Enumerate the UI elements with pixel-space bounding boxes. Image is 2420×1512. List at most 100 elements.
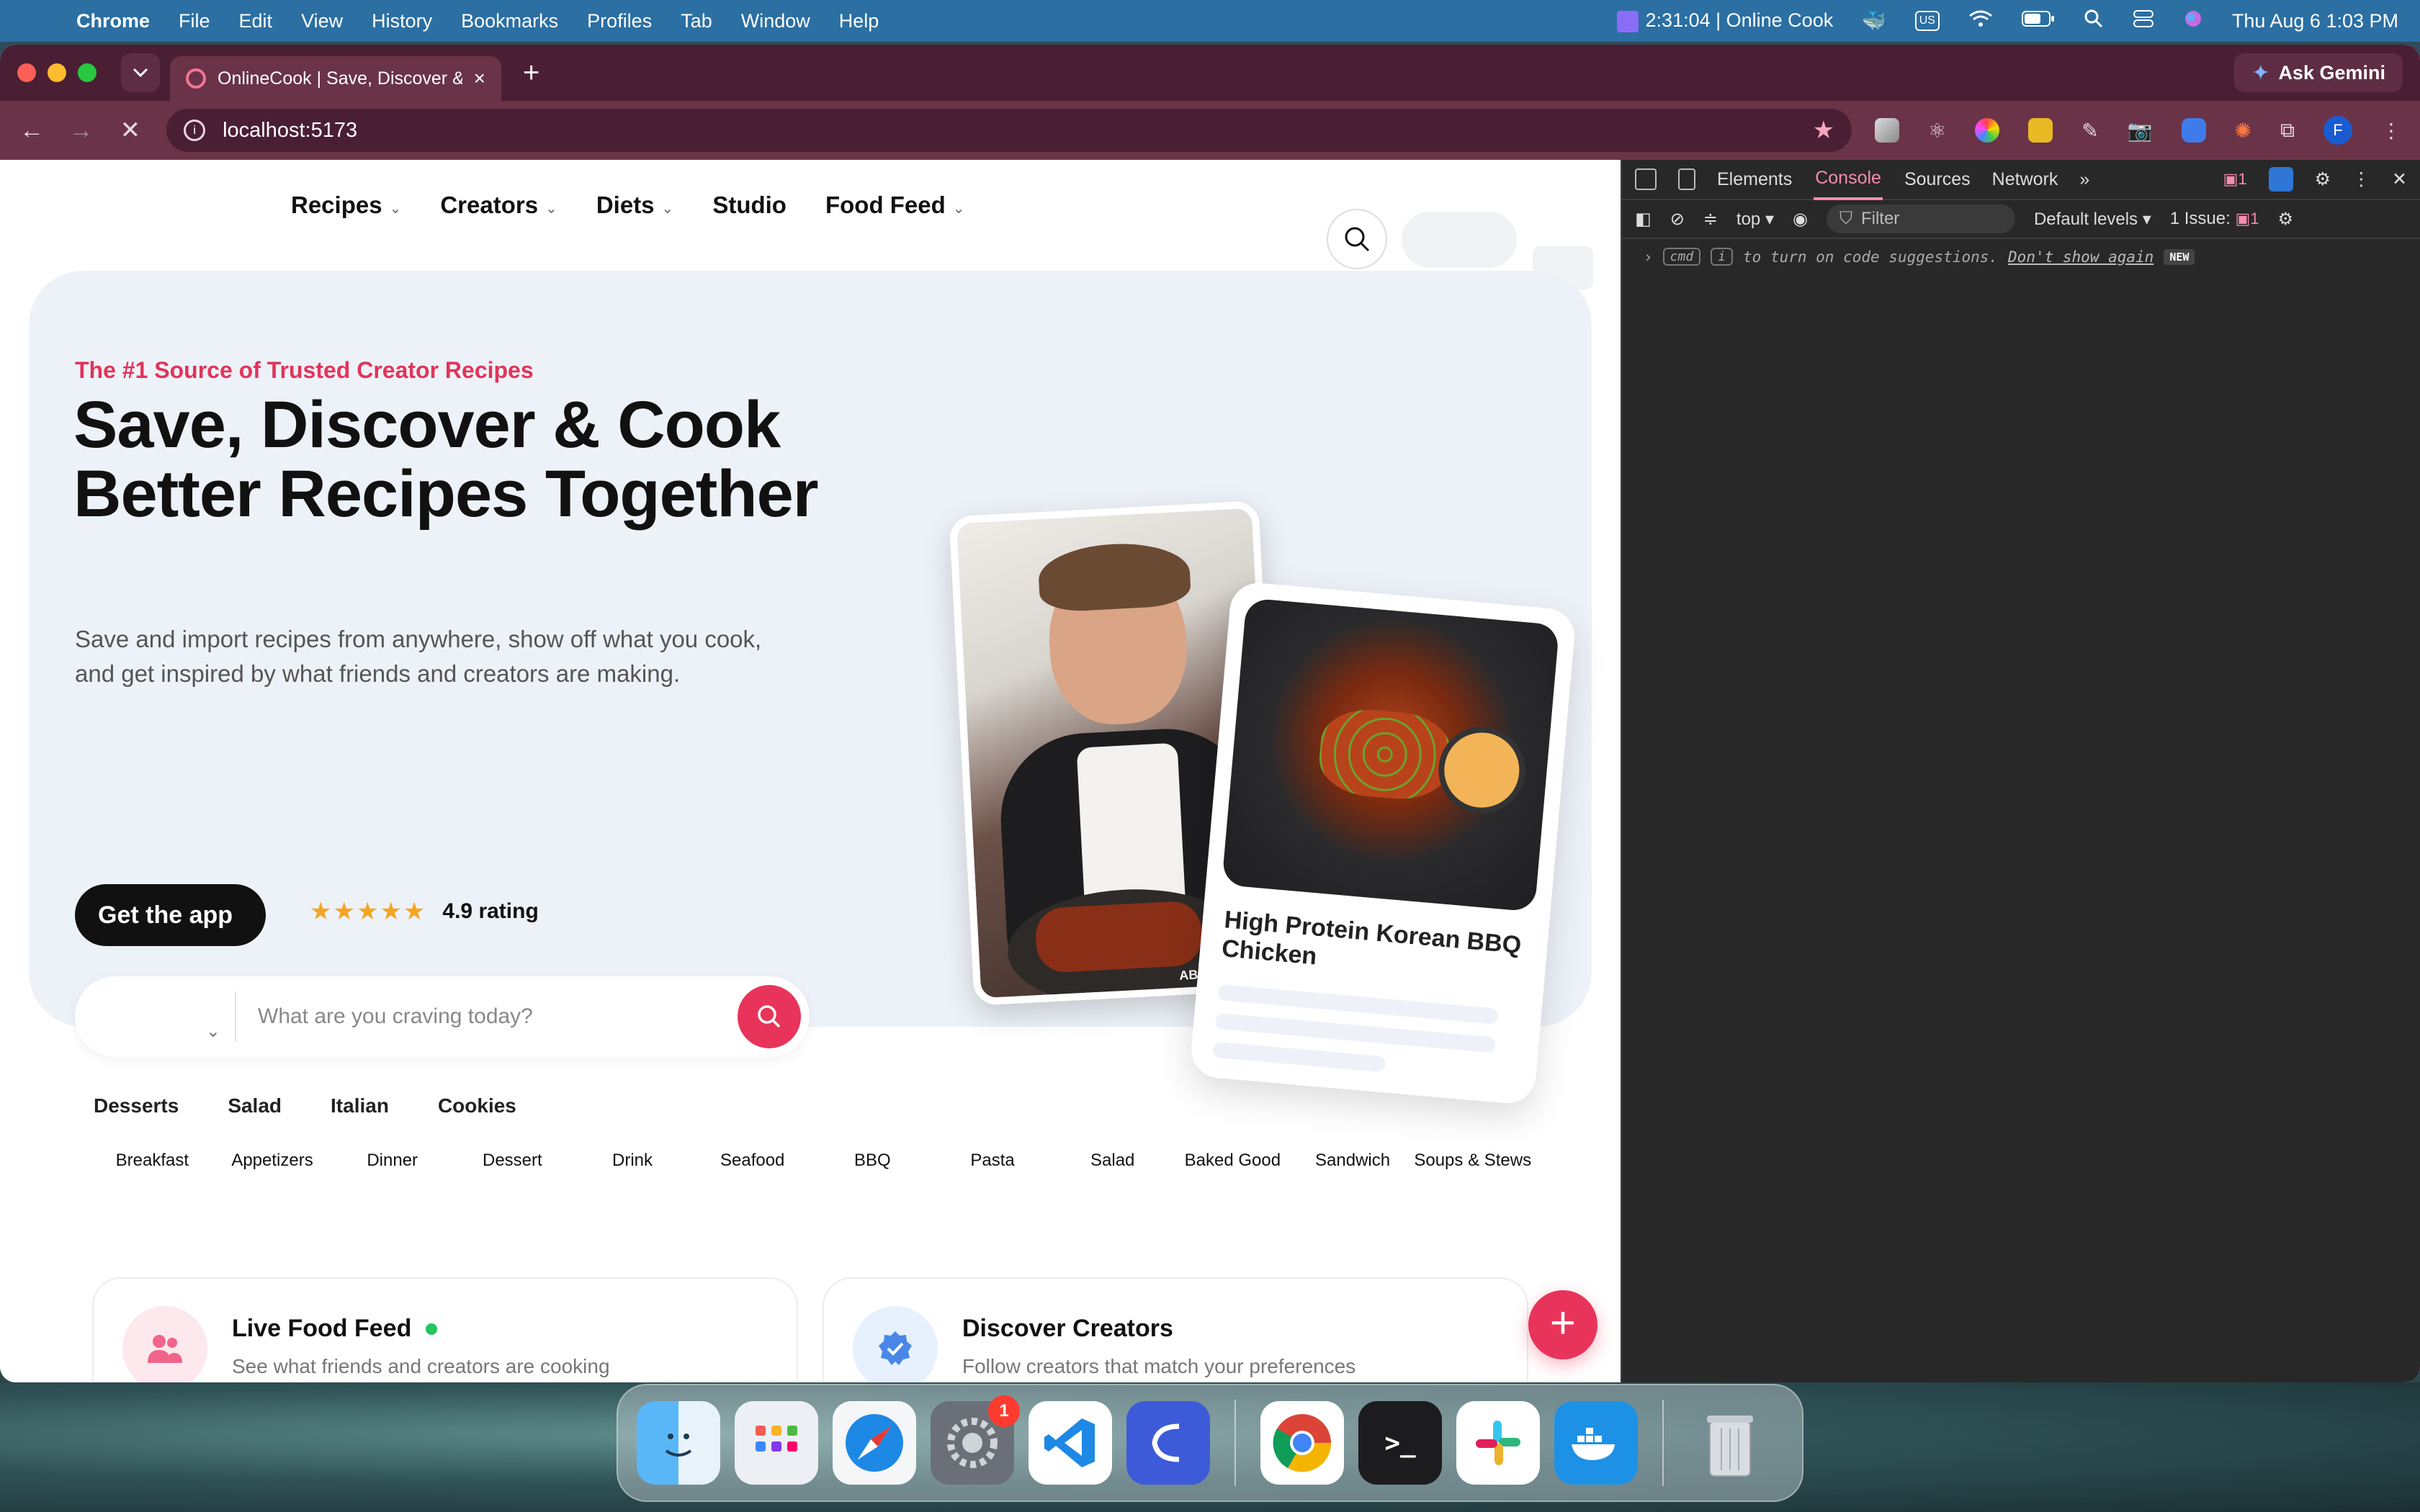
extension-gray-icon[interactable] bbox=[1875, 118, 1900, 143]
terminal-icon[interactable]: >_ bbox=[1358, 1401, 1442, 1485]
nav-studio[interactable]: Studio bbox=[712, 192, 786, 219]
tab-close-icon[interactable]: × bbox=[474, 67, 485, 90]
menu-app-name[interactable]: Chrome bbox=[76, 10, 150, 32]
sparkle-extension-icon[interactable]: ✺ bbox=[2235, 119, 2251, 143]
menu-bookmarks[interactable]: Bookmarks bbox=[461, 10, 558, 32]
category-seafood[interactable]: Seafood bbox=[692, 1151, 812, 1171]
nav-recipes[interactable]: Recipes ⌄ bbox=[291, 192, 401, 219]
craving-search-input[interactable]: What are you craving today? bbox=[236, 1004, 738, 1029]
console-settings-icon[interactable]: ⚙ bbox=[2278, 209, 2294, 230]
menu-window[interactable]: Window bbox=[741, 10, 810, 32]
menu-help[interactable]: Help bbox=[839, 10, 879, 32]
siri-icon[interactable] bbox=[2183, 9, 2203, 34]
menu-tab[interactable]: Tab bbox=[681, 10, 712, 32]
bookmark-star-icon[interactable]: ★ bbox=[1813, 116, 1834, 145]
chip-desserts[interactable]: Desserts bbox=[75, 1084, 198, 1128]
category-appetizers[interactable]: Appetizers bbox=[212, 1151, 333, 1171]
site-info-icon[interactable]: i bbox=[184, 120, 206, 141]
chip-salad[interactable]: Salad bbox=[209, 1084, 301, 1128]
nav-food-feed[interactable]: Food Feed ⌄ bbox=[825, 192, 965, 219]
search-category-dropdown[interactable]: ⌄ bbox=[75, 991, 236, 1042]
menu-edit[interactable]: Edit bbox=[239, 10, 273, 32]
battery-icon[interactable] bbox=[2021, 10, 2055, 32]
back-button[interactable]: ← bbox=[19, 117, 45, 145]
react-devtools-icon[interactable]: ⚛ bbox=[1928, 119, 1946, 143]
live-expression-eye-icon[interactable]: ◉ bbox=[1793, 209, 1808, 230]
stop-loading-button[interactable]: ✕ bbox=[117, 116, 143, 145]
ask-gemini-button[interactable]: ✦ Ask Gemini bbox=[2234, 53, 2403, 92]
screen-capture-icon[interactable] bbox=[2181, 118, 2206, 143]
devtools-tab-console[interactable]: Console bbox=[1814, 159, 1883, 200]
profile-avatar[interactable]: F bbox=[2323, 116, 2352, 145]
system-settings-icon[interactable]: 1 bbox=[931, 1395, 1020, 1485]
header-search-button[interactable] bbox=[1327, 209, 1387, 269]
search-submit-button[interactable] bbox=[738, 985, 801, 1048]
category-pasta[interactable]: Pasta bbox=[933, 1151, 1053, 1171]
menu-clock[interactable]: Thu Aug 6 1:03 PM bbox=[2232, 10, 2398, 32]
messages-badge[interactable]: ▣1 bbox=[2223, 170, 2247, 189]
category-soups-stews[interactable]: Soups & Stews bbox=[1412, 1151, 1533, 1171]
docker-icon[interactable] bbox=[1554, 1401, 1638, 1485]
linear-app-icon[interactable] bbox=[1126, 1401, 1210, 1485]
forward-button[interactable]: → bbox=[68, 117, 94, 145]
vscode-icon[interactable] bbox=[1028, 1401, 1112, 1485]
camera-icon[interactable]: 📷 bbox=[2128, 119, 2153, 143]
add-recipe-fab[interactable]: + bbox=[1528, 1290, 1597, 1359]
new-tab-button[interactable]: + bbox=[523, 57, 539, 89]
filter-settings-icon[interactable]: ≑ bbox=[1703, 209, 1718, 230]
discover-creators-card[interactable]: Discover Creators Follow creators that m… bbox=[823, 1277, 1528, 1382]
extension-yellow-icon[interactable] bbox=[2028, 118, 2053, 143]
category-sandwich[interactable]: Sandwich bbox=[1293, 1151, 1413, 1171]
category-baked-good[interactable]: Baked Good bbox=[1173, 1151, 1293, 1171]
inspect-element-icon[interactable] bbox=[1635, 168, 1657, 190]
docker-status-icon[interactable]: 🐳 bbox=[1862, 9, 1886, 32]
device-toolbar-icon[interactable] bbox=[1678, 168, 1695, 190]
dont-show-again-link[interactable]: Don't show again bbox=[2008, 248, 2154, 266]
chrome-menu-icon[interactable]: ⋮ bbox=[2381, 119, 2401, 143]
console-filter-input[interactable]: ⛉ Filter bbox=[1826, 204, 2015, 233]
url-text[interactable]: localhost:5173 bbox=[223, 119, 1796, 143]
close-window-button[interactable] bbox=[17, 63, 36, 82]
nav-creators[interactable]: Creators ⌄ bbox=[440, 192, 557, 219]
browser-tab-active[interactable]: OnlineCook | Save, Discover & Cook × bbox=[170, 56, 501, 101]
zoom-window-button[interactable] bbox=[78, 63, 97, 82]
ai-assistance-icon[interactable] bbox=[2268, 167, 2293, 192]
category-salad[interactable]: Salad bbox=[1052, 1151, 1173, 1171]
address-bar[interactable]: i localhost:5173 ★ bbox=[166, 109, 1852, 152]
category-drink[interactable]: Drink bbox=[573, 1151, 693, 1171]
extensions-puzzle-icon[interactable]: ⧉ bbox=[2280, 119, 2295, 143]
chip-italian[interactable]: Italian bbox=[312, 1084, 408, 1128]
sidebar-toggle-icon[interactable]: ◧ bbox=[1635, 209, 1652, 230]
devtools-tab-sources[interactable]: Sources bbox=[1904, 169, 1971, 190]
close-devtools-icon[interactable]: ✕ bbox=[2392, 168, 2407, 190]
devtools-tab-elements[interactable]: Elements bbox=[1717, 169, 1792, 190]
issues-counter[interactable]: 1 Issue: ▣1 bbox=[2170, 209, 2259, 229]
devtools-settings-icon[interactable]: ⚙ bbox=[2315, 168, 2331, 190]
timer-status[interactable]: 2:31:04 | Online Cook bbox=[1616, 9, 1833, 32]
nav-diets[interactable]: Diets ⌄ bbox=[596, 192, 673, 219]
clear-console-icon[interactable]: ⊘ bbox=[1670, 209, 1685, 230]
category-breakfast[interactable]: Breakfast bbox=[92, 1151, 212, 1171]
devtools-menu-icon[interactable]: ⋮ bbox=[2352, 168, 2370, 190]
menu-profiles[interactable]: Profiles bbox=[587, 10, 652, 32]
category-dessert[interactable]: Dessert bbox=[452, 1151, 573, 1171]
menu-file[interactable]: File bbox=[179, 10, 210, 32]
minimize-window-button[interactable] bbox=[48, 63, 66, 82]
spotlight-search-icon[interactable] bbox=[2084, 9, 2104, 34]
safari-icon[interactable] bbox=[833, 1401, 916, 1485]
log-levels-dropdown[interactable]: Default levels ▾ bbox=[2034, 209, 2151, 230]
chip-cookies[interactable]: Cookies bbox=[418, 1084, 535, 1128]
menu-view[interactable]: View bbox=[301, 10, 343, 32]
menu-history[interactable]: History bbox=[372, 10, 432, 32]
more-tabs-icon[interactable]: » bbox=[2079, 169, 2089, 190]
trash-icon[interactable] bbox=[1688, 1401, 1772, 1485]
input-source-indicator[interactable]: US bbox=[1914, 11, 1940, 31]
launchpad-icon[interactable] bbox=[735, 1401, 818, 1485]
context-selector[interactable]: top ▾ bbox=[1736, 209, 1774, 230]
chrome-icon[interactable] bbox=[1260, 1401, 1344, 1485]
slack-icon[interactable] bbox=[1456, 1401, 1540, 1485]
get-the-app-button[interactable]: Get the app bbox=[75, 884, 266, 946]
finder-icon[interactable] bbox=[637, 1401, 720, 1485]
category-bbq[interactable]: BBQ bbox=[812, 1151, 933, 1171]
category-dinner[interactable]: Dinner bbox=[332, 1151, 452, 1171]
